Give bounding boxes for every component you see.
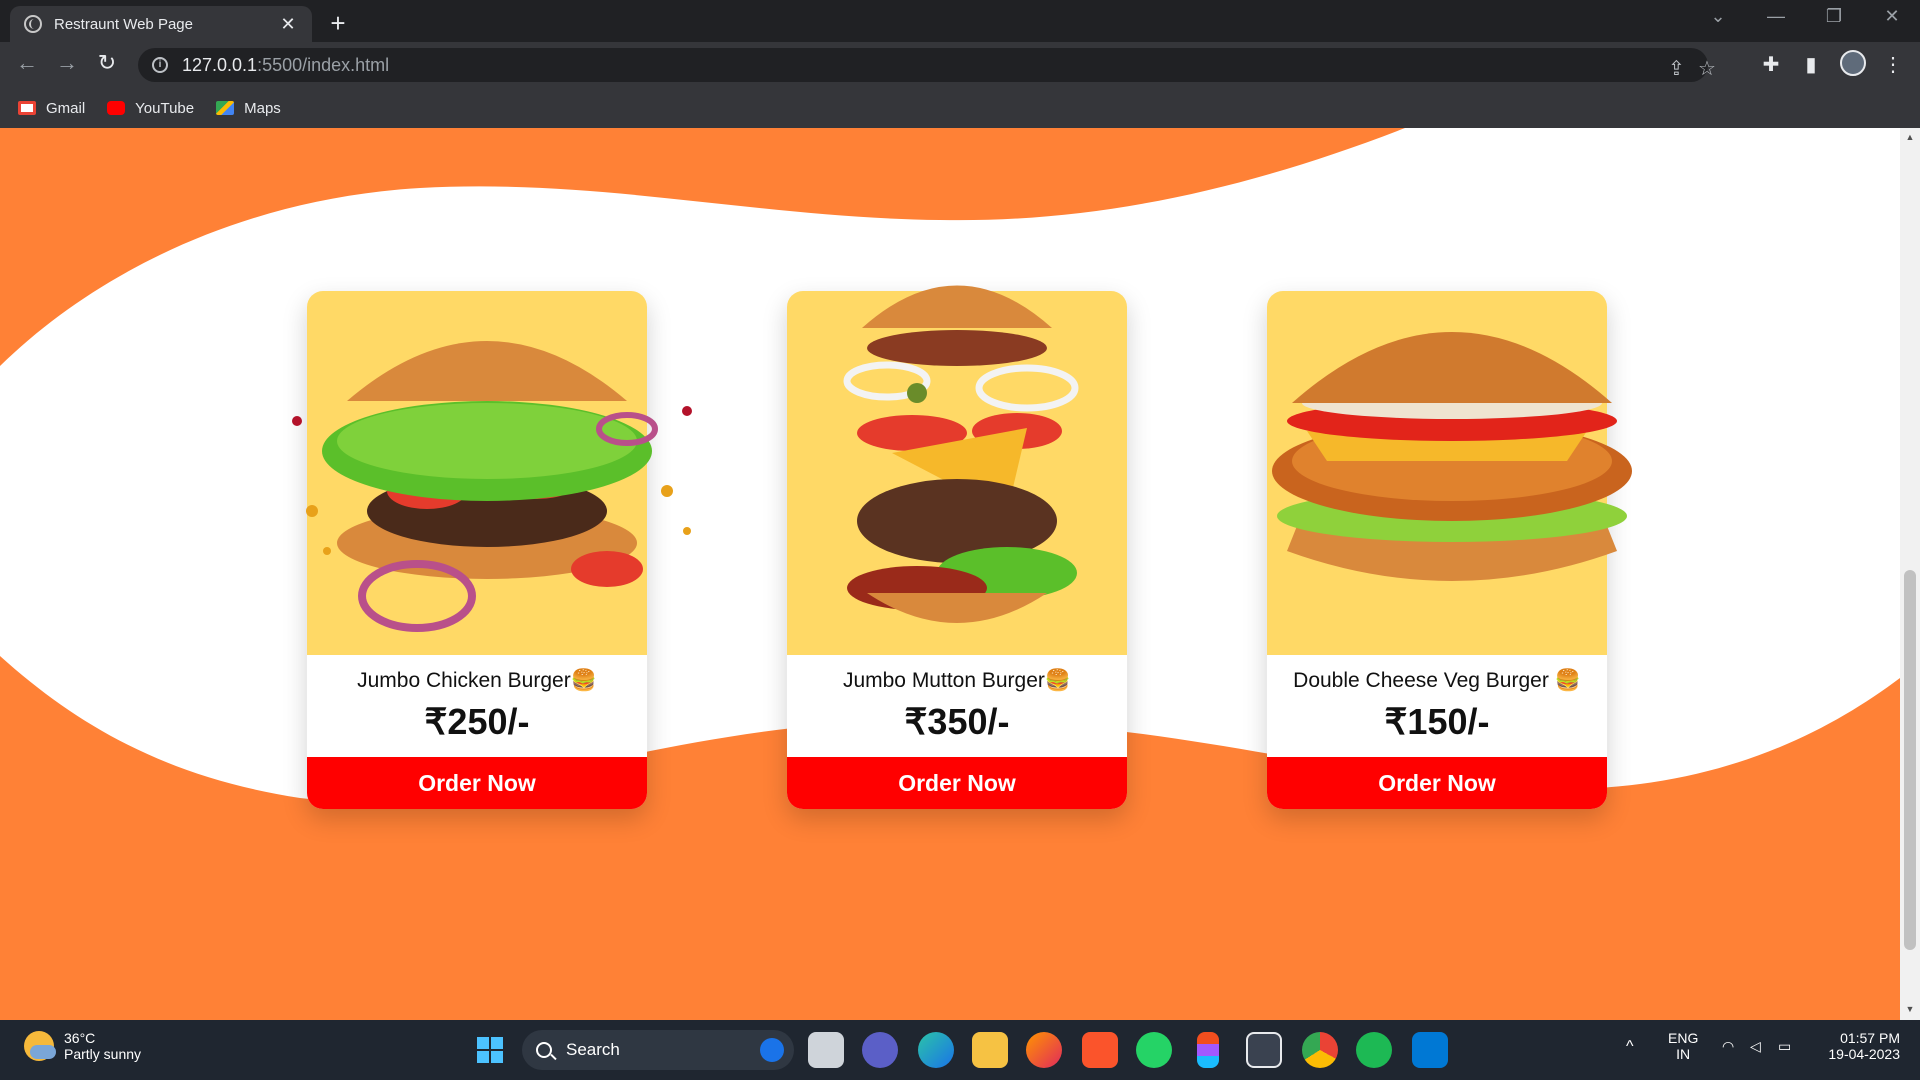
bookmark-label: Gmail xyxy=(46,99,86,117)
chrome-icon[interactable] xyxy=(1302,1032,1338,1068)
burger-price: ₹250/- xyxy=(424,701,530,742)
chicken-burger-illustration xyxy=(292,341,692,632)
teams-chat-icon[interactable] xyxy=(862,1032,898,1068)
globe-icon xyxy=(24,15,42,33)
gmail-icon xyxy=(18,101,36,115)
back-arrow-icon[interactable]: ← xyxy=(12,50,42,76)
scrollbar-thumb[interactable] xyxy=(1904,570,1916,950)
bookmark-gmail[interactable]: Gmail xyxy=(18,100,85,117)
show-hidden-icons-chevron-icon[interactable]: ^ xyxy=(1626,1038,1634,1056)
menu-card-chicken-burger: Jumbo Chicken Burger🍔 ₹250/- Order Now xyxy=(292,291,692,809)
bookmark-maps[interactable]: Maps xyxy=(216,100,281,117)
firefox-icon[interactable] xyxy=(1026,1032,1062,1068)
burger-image xyxy=(787,285,1127,655)
burger-image xyxy=(292,291,692,655)
file-explorer-icon[interactable] xyxy=(972,1032,1008,1068)
address-bar[interactable]: i 127.0.0.1 :5500/index.html ⇪ ☆ xyxy=(138,48,1716,82)
bookmarks-bar: Gmail YouTube Maps xyxy=(0,88,1920,128)
brave-icon[interactable] xyxy=(1082,1032,1118,1068)
burger-emoji-icon: 🍔 xyxy=(1554,669,1581,692)
search-icon xyxy=(536,1042,552,1058)
bookmark-youtube[interactable]: YouTube xyxy=(107,100,194,117)
bing-icon[interactable] xyxy=(760,1038,784,1062)
profile-avatar[interactable] xyxy=(1840,50,1866,76)
mutton-burger-illustration xyxy=(843,285,1079,623)
side-panel-icon[interactable]: ▮ xyxy=(1798,52,1824,77)
menu-card-mutton-burger: Jumbo Mutton Burger🍔 ₹350/- Order Now xyxy=(787,285,1127,809)
tab-close-icon[interactable]: ✕ xyxy=(278,14,298,35)
minimize-icon[interactable]: — xyxy=(1756,6,1796,27)
clock-date: 19-04-2023 xyxy=(1828,1046,1900,1062)
burger-emoji-icon: 🍔 xyxy=(570,669,597,692)
bookmark-label: Maps xyxy=(244,99,281,117)
page-viewport: Jumbo Chicken Burger🍔 ₹250/- Order Now J… xyxy=(0,128,1900,1020)
figma-icon[interactable] xyxy=(1197,1032,1219,1068)
lang-code: ENG xyxy=(1668,1030,1699,1046)
wifi-icon[interactable]: ◠ xyxy=(1722,1038,1734,1055)
window-close-icon[interactable]: ✕ xyxy=(1872,6,1912,27)
burger-image xyxy=(1267,291,1632,655)
vscode-icon[interactable] xyxy=(1412,1032,1448,1068)
tab-title: Restraunt Web Page xyxy=(54,15,193,33)
windows-start-icon[interactable] xyxy=(472,1032,508,1068)
youtube-icon xyxy=(107,101,126,115)
snipping-tool-icon[interactable] xyxy=(1246,1032,1282,1068)
task-view-icon[interactable] xyxy=(808,1032,844,1068)
menu-card-cheese-veg-burger: Double Cheese Veg Burger 🍔 ₹150/- Order … xyxy=(1267,291,1632,809)
clock-time: 01:57 PM xyxy=(1840,1030,1900,1046)
windows-taskbar: 36°C Partly sunny Search ^ ENG IN ◠ ◁ ▭ … xyxy=(0,1020,1920,1080)
taskbar-search[interactable]: Search xyxy=(522,1030,794,1070)
new-tab-button[interactable]: + xyxy=(324,8,352,39)
site-info-icon[interactable]: i xyxy=(152,57,168,73)
burger-name: Jumbo Chicken Burger🍔 xyxy=(357,669,597,692)
bookmark-star-icon[interactable]: ☆ xyxy=(1698,56,1716,81)
veg-burger-illustration xyxy=(1272,332,1632,581)
spotify-icon[interactable] xyxy=(1356,1032,1392,1068)
scroll-up-arrow-icon[interactable]: ▲ xyxy=(1904,132,1916,142)
burger-name: Jumbo Mutton Burger🍔 xyxy=(842,669,1072,692)
browser-tab[interactable]: Restraunt Web Page ✕ xyxy=(10,6,312,42)
menu-kebab-icon[interactable]: ⋮ xyxy=(1880,52,1906,77)
maps-icon xyxy=(216,101,235,115)
forward-arrow-icon[interactable]: → xyxy=(52,50,82,76)
lang-region: IN xyxy=(1676,1046,1691,1062)
weather-temp: 36°C xyxy=(64,1030,96,1046)
burger-emoji-icon: 🍔 xyxy=(1044,669,1072,692)
order-now-button[interactable]: Order Now xyxy=(787,757,1127,809)
share-icon[interactable]: ⇪ xyxy=(1668,56,1685,81)
burger-name: Double Cheese Veg Burger 🍔 xyxy=(1293,669,1581,692)
scroll-down-arrow-icon[interactable]: ▼ xyxy=(1904,1004,1916,1014)
browser-toolbar: ← → ↻ i 127.0.0.1 :5500/index.html ⇪ ☆ ✚… xyxy=(0,42,1920,88)
whatsapp-icon[interactable] xyxy=(1136,1032,1172,1068)
weather-desc: Partly sunny xyxy=(64,1046,142,1062)
edge-icon[interactable] xyxy=(918,1032,954,1068)
weather-widget[interactable]: 36°C Partly sunny xyxy=(24,1030,141,1062)
battery-icon[interactable]: ▭ xyxy=(1778,1038,1791,1055)
clock[interactable]: 01:57 PM 19-04-2023 xyxy=(1818,1030,1900,1062)
language-indicator[interactable]: ENG IN xyxy=(1668,1030,1698,1062)
order-now-button[interactable]: Order Now xyxy=(307,757,647,809)
search-label: Search xyxy=(566,1040,620,1059)
partly-sunny-icon xyxy=(24,1031,56,1061)
volume-icon[interactable]: ◁ xyxy=(1750,1038,1761,1055)
burger-price: ₹150/- xyxy=(1384,701,1490,742)
page-scrollbar[interactable]: ▲ ▼ xyxy=(1900,128,1920,1020)
restore-icon[interactable]: ❐ xyxy=(1814,6,1854,27)
tab-search-chevron-icon[interactable]: ⌄ xyxy=(1698,6,1738,27)
order-now-button[interactable]: Order Now xyxy=(1267,757,1607,809)
bookmark-label: YouTube xyxy=(135,99,195,117)
tab-strip: Restraunt Web Page ✕ + ⌄ — ❐ ✕ xyxy=(0,0,1920,42)
extensions-puzzle-icon[interactable]: ✚ xyxy=(1758,52,1784,77)
url-host: 127.0.0.1 xyxy=(182,54,258,75)
url-path: :5500/index.html xyxy=(257,54,390,75)
burger-price: ₹350/- xyxy=(904,701,1010,742)
reload-icon[interactable]: ↻ xyxy=(92,50,122,76)
